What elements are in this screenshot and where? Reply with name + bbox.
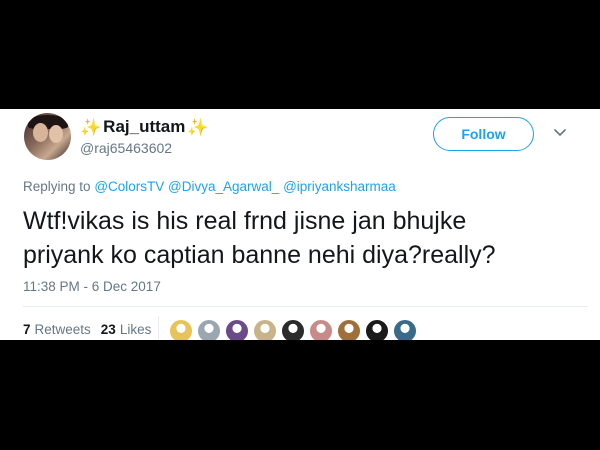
display-name-text[interactable]: Raj_uttam <box>103 117 185 137</box>
likers-avatars <box>169 319 421 340</box>
tweet-timestamp[interactable]: 11:38 PM - 6 Dec 2017 <box>23 279 161 294</box>
sparkles-icon: ✨ <box>187 117 209 137</box>
liker-avatar[interactable] <box>393 319 417 340</box>
mention-divya-agarwal[interactable]: @Divya_Agarwal_ <box>168 179 279 194</box>
replying-prefix: Replying to <box>23 179 91 194</box>
chevron-down-icon[interactable] <box>554 128 566 138</box>
liker-avatar[interactable] <box>309 319 333 340</box>
likes-count: 23 <box>100 322 116 337</box>
display-name[interactable]: ✨ Raj_uttam ✨ <box>80 117 209 137</box>
stats-separator <box>158 316 159 340</box>
user-handle[interactable]: @raj65463602 <box>80 140 172 156</box>
follow-button[interactable]: Follow <box>433 117 534 151</box>
liker-avatar[interactable] <box>197 319 221 340</box>
liker-avatar[interactable] <box>169 319 193 340</box>
tweet-stats: 7 Retweets 23 Likes <box>23 322 161 337</box>
likes-stat[interactable]: 23 Likes <box>101 322 152 337</box>
liker-avatar[interactable] <box>281 319 305 340</box>
tweet-card: ✨ Raj_uttam ✨ @raj65463602 Follow Replyi… <box>0 109 600 340</box>
user-avatar[interactable] <box>24 113 71 160</box>
tweet-text-line: priyank ko captian banne nehi diya?reall… <box>23 241 496 269</box>
liker-avatar[interactable] <box>365 319 389 340</box>
tweet-text: Wtf!vikas is his real frnd jisne jan bhu… <box>23 204 583 272</box>
tweet-text-line: Wtf!vikas is his real frnd jisne jan bhu… <box>23 207 467 235</box>
replying-to: Replying to @ColorsTV @Divya_Agarwal_ @i… <box>23 179 396 194</box>
liker-avatar[interactable] <box>253 319 277 340</box>
divider <box>23 306 588 307</box>
retweets-stat[interactable]: 7 Retweets <box>23 322 91 337</box>
retweets-count: 7 <box>23 322 31 337</box>
likes-label: Likes <box>119 322 152 337</box>
liker-avatar[interactable] <box>337 319 361 340</box>
liker-avatar[interactable] <box>225 319 249 340</box>
retweets-label: Retweets <box>34 322 91 337</box>
mention-colorstv[interactable]: @ColorsTV <box>94 179 164 194</box>
mention-ipriyanksharmaa[interactable]: @ipriyanksharmaa <box>283 179 396 194</box>
sparkles-icon: ✨ <box>80 117 102 137</box>
